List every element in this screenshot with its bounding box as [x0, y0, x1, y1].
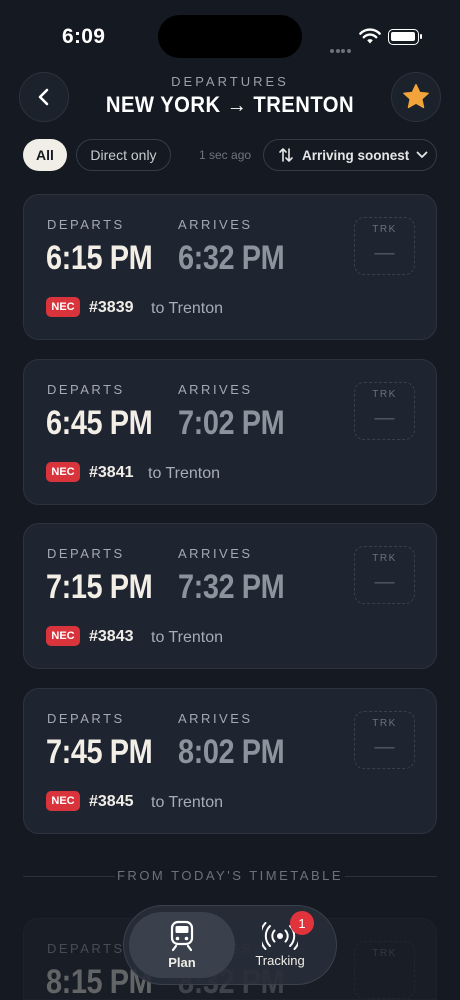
track-box: TRK — — [354, 711, 415, 769]
filter-chip-all[interactable]: All — [23, 139, 67, 171]
train-number: #3843 — [89, 628, 134, 645]
track-label: TRK — [372, 718, 397, 729]
train-number: #3841 — [89, 464, 134, 481]
train-destination: to Trenton — [148, 465, 221, 482]
train-card[interactable]: DEPARTS ARRIVES 7:15 PM 7:32 PM TRK — NE… — [23, 523, 437, 669]
cellular-signal-icon — [330, 40, 352, 58]
train-destination: to Trenton — [151, 300, 224, 317]
star-icon — [403, 84, 429, 109]
train-destination: to Trenton — [151, 794, 224, 811]
line-badge: NEC — [46, 462, 80, 482]
train-card[interactable]: DEPARTS ARRIVES 7:45 PM 8:02 PM TRK — NE… — [23, 688, 437, 834]
arrives-label: ARRIVES — [178, 217, 253, 232]
filter-chip-direct-only[interactable]: Direct only — [76, 139, 171, 171]
track-value: — — [374, 571, 395, 593]
status-time: 6:09 — [62, 25, 106, 48]
page-title: NEW YORK → TRENTON — [105, 92, 355, 117]
tab-tracking[interactable]: Tracking — [227, 912, 333, 978]
arrives-label: ARRIVES — [178, 382, 253, 397]
divider-line — [345, 876, 437, 877]
arrive-time: 7:02 PM — [178, 404, 285, 442]
train-number: #3845 — [89, 793, 134, 810]
track-label: TRK — [372, 389, 397, 400]
departs-label: DEPARTS — [47, 941, 125, 956]
train-icon — [170, 920, 194, 952]
line-badge: NEC — [46, 626, 80, 646]
dynamic-island — [158, 15, 302, 58]
arrives-label: ARRIVES — [178, 711, 253, 726]
track-label: TRK — [372, 224, 397, 235]
sort-dropdown[interactable]: Arriving soonest — [263, 139, 437, 171]
train-destination: to Trenton — [151, 629, 224, 646]
arrives-label: ARRIVES — [178, 546, 253, 561]
battery-icon — [388, 29, 422, 45]
header: DEPARTURES NEW YORK → TRENTON — [0, 70, 460, 126]
depart-time: 7:15 PM — [46, 568, 153, 606]
depart-time: 6:15 PM — [46, 239, 153, 277]
departs-label: DEPARTS — [47, 382, 125, 397]
last-updated-text: 1 sec ago — [199, 148, 252, 162]
track-value: — — [374, 736, 395, 758]
arrive-time: 6:32 PM — [178, 239, 285, 277]
line-badge: NEC — [46, 791, 80, 811]
depart-time: 6:45 PM — [46, 404, 153, 442]
sort-arrows-icon — [279, 148, 293, 162]
arrive-time: 8:02 PM — [178, 733, 285, 771]
chevron-down-icon — [416, 151, 428, 158]
sort-label: Arriving soonest — [302, 147, 410, 163]
track-label: TRK — [372, 553, 397, 564]
header-kicker: DEPARTURES — [171, 74, 289, 89]
arrive-time: 7:32 PM — [178, 568, 285, 606]
train-card[interactable]: DEPARTS ARRIVES 6:15 PM 6:32 PM TRK — NE… — [23, 194, 437, 340]
tab-tracking-label: Tracking — [255, 953, 305, 968]
track-box: TRK — — [354, 217, 415, 275]
filter-bar: All Direct only 1 sec ago Arriving soone… — [0, 139, 460, 173]
tracking-notification-badge: 1 — [290, 911, 314, 935]
train-number: #3839 — [89, 299, 134, 316]
status-bar: 6:09 — [0, 0, 460, 60]
line-badge: NEC — [46, 297, 80, 317]
departs-label: DEPARTS — [47, 217, 125, 232]
departs-label: DEPARTS — [47, 546, 125, 561]
track-label: TRK — [372, 948, 397, 959]
train-card[interactable]: DEPARTS ARRIVES 6:45 PM 7:02 PM TRK — NE… — [23, 359, 437, 505]
favorite-button[interactable] — [391, 72, 441, 122]
wifi-icon — [359, 28, 381, 44]
timetable-section-header: FROM TODAY'S TIMETABLE — [23, 866, 437, 886]
track-box: TRK — — [354, 382, 415, 440]
track-box: TRK — [354, 941, 415, 999]
tab-plan-label: Plan — [168, 955, 196, 970]
track-value: — — [374, 242, 395, 264]
departs-label: DEPARTS — [47, 711, 125, 726]
track-box: TRK — — [354, 546, 415, 604]
depart-time: 7:45 PM — [46, 733, 153, 771]
track-value: — — [374, 407, 395, 429]
tab-plan[interactable]: Plan — [129, 912, 235, 978]
